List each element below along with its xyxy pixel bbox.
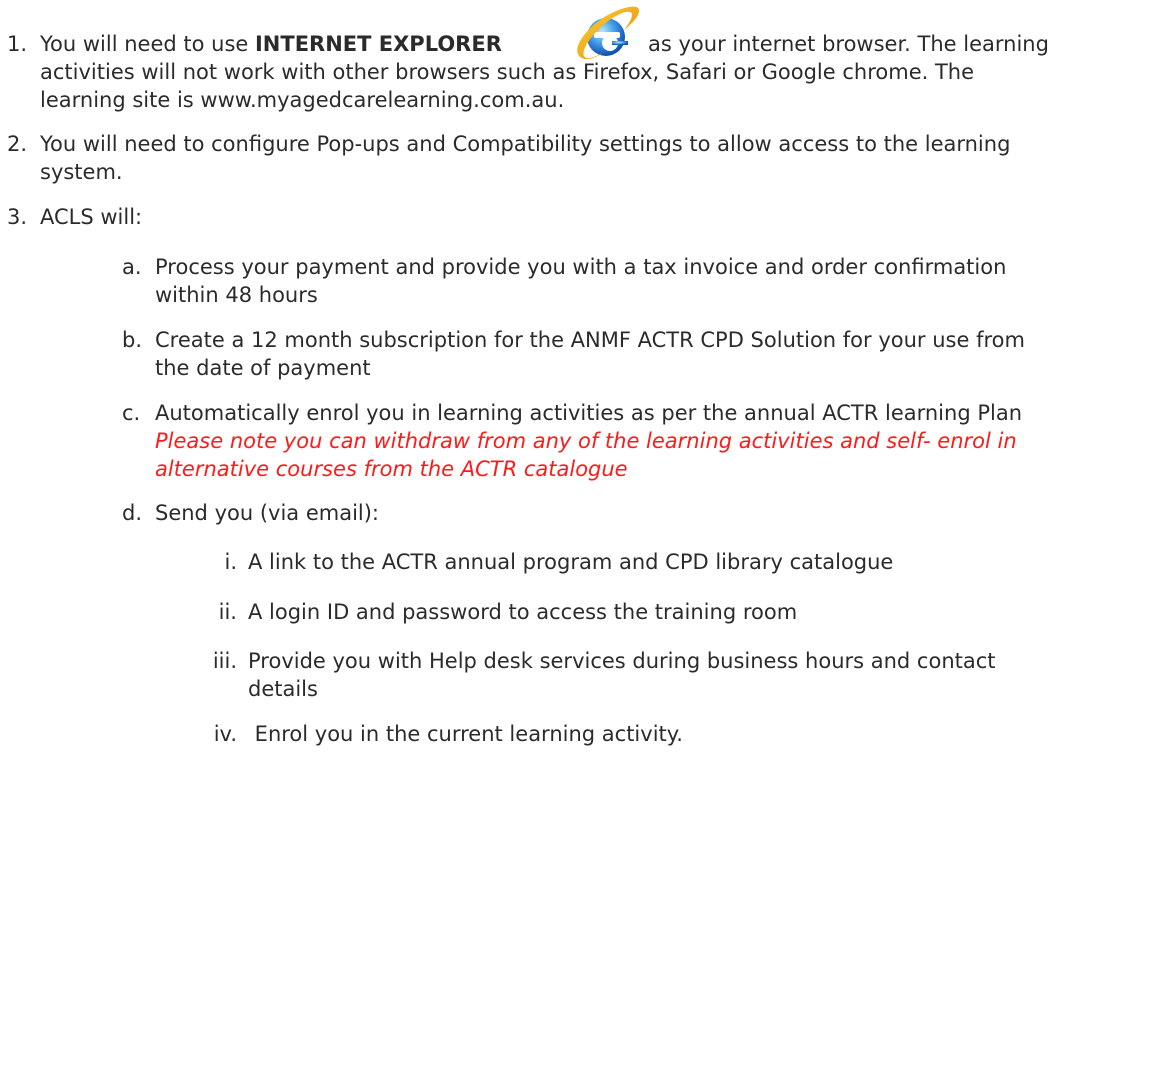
document-page: { "items": [ { "number": "1.", "line1_pr… bbox=[0, 0, 1170, 1092]
list-number-1: 1. bbox=[7, 32, 28, 56]
sub-c-line-1: Automatically enrol you in learning acti… bbox=[155, 401, 1023, 425]
roman-numeral-iv: iv. bbox=[213, 722, 237, 746]
roman-ii-line-1: A login ID and password to access the tr… bbox=[248, 600, 798, 624]
roman-iii-line-1: Provide you with Help desk services duri… bbox=[248, 649, 996, 673]
item-1-prefix: You will need to use bbox=[40, 32, 255, 56]
sub-d-line-1: Send you (via email): bbox=[155, 501, 380, 525]
item-2-line-2: system. bbox=[40, 160, 123, 184]
sub-letter-d: d. bbox=[122, 501, 143, 525]
roman-numeral-iii: iii. bbox=[212, 649, 237, 673]
roman-numeral-i: i. bbox=[224, 550, 237, 574]
list-number-3: 3. bbox=[7, 205, 28, 229]
sub-b-line-1: Create a 12 month subscription for the A… bbox=[155, 328, 1025, 352]
roman-iii-line-2: details bbox=[248, 677, 318, 701]
sub-letter-b: b. bbox=[122, 328, 143, 352]
list-number-2: 2. bbox=[7, 132, 28, 156]
roman-i-line-1: A link to the ACTR annual program and CP… bbox=[248, 550, 894, 574]
sub-b-line-2: the date of payment bbox=[155, 356, 371, 380]
item-3-line-1: ACLS will: bbox=[40, 205, 143, 229]
item-1-line-1: You will need to use INTERNET EXPLORER bbox=[40, 31, 502, 57]
sub-a-line-2: within 48 hours bbox=[155, 283, 318, 307]
sub-c-note-line-2: alternative courses from the ACTR catalo… bbox=[155, 457, 628, 481]
roman-numeral-ii: ii. bbox=[218, 600, 237, 624]
item-2-line-1: You will need to configure Pop-ups and C… bbox=[40, 132, 1011, 156]
sub-letter-a: a. bbox=[122, 255, 142, 279]
item-1-line-1-suffix: as your internet browser. The learning bbox=[648, 32, 1049, 56]
sub-a-line-1: Process your payment and provide you wit… bbox=[155, 255, 1007, 279]
roman-iv-line-1: Enrol you in the current learning activi… bbox=[248, 722, 683, 746]
internet-explorer-emphasis: INTERNET EXPLORER bbox=[254, 32, 502, 56]
item-1-line-2: activities will not work with other brow… bbox=[40, 60, 975, 84]
item-1-line-3: learning site is www.myagedcarelearning.… bbox=[40, 88, 565, 112]
sub-letter-c: c. bbox=[122, 401, 141, 425]
internet-explorer-icon bbox=[577, 6, 640, 60]
sub-c-note-line-1: Please note you can withdraw from any of… bbox=[155, 429, 1017, 453]
